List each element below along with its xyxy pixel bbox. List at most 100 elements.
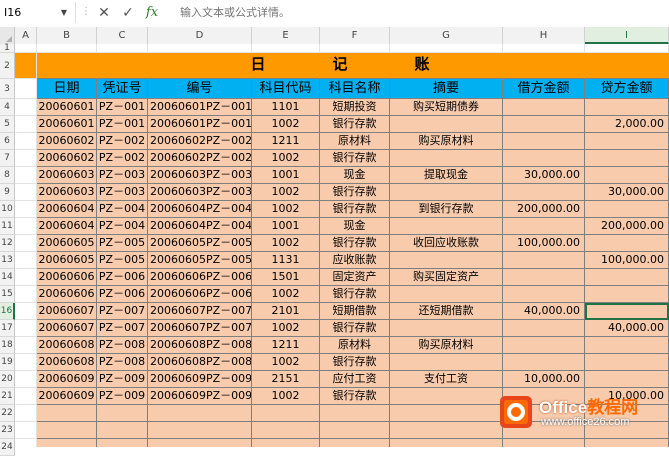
- data-cell[interactable]: 应付工资: [320, 371, 390, 388]
- data-cell[interactable]: 银行存款: [320, 320, 390, 337]
- data-cell[interactable]: [585, 99, 669, 116]
- data-cell[interactable]: [390, 150, 503, 167]
- row-header[interactable]: 12: [0, 235, 15, 252]
- data-cell[interactable]: 提取现金: [390, 167, 503, 184]
- cell[interactable]: [252, 44, 320, 53]
- select-all-corner[interactable]: [0, 27, 15, 44]
- data-cell[interactable]: 20060606PZ－006: [148, 269, 252, 286]
- data-cell[interactable]: 1211: [252, 337, 320, 354]
- data-cell[interactable]: 银行存款: [320, 235, 390, 252]
- data-cell[interactable]: 20060602PZ－002: [148, 150, 252, 167]
- data-cell[interactable]: [503, 354, 585, 371]
- data-cell[interactable]: [503, 218, 585, 235]
- data-cell[interactable]: 银行存款: [320, 201, 390, 218]
- cell[interactable]: [15, 201, 37, 218]
- data-cell[interactable]: PZ－005: [97, 252, 148, 269]
- data-cell[interactable]: 1211: [252, 133, 320, 150]
- column-header[interactable]: G: [390, 27, 503, 44]
- cell[interactable]: [148, 439, 252, 447]
- data-cell[interactable]: 1002: [252, 201, 320, 218]
- row-header[interactable]: 20: [0, 371, 15, 388]
- data-cell[interactable]: [585, 235, 669, 252]
- cell[interactable]: [15, 354, 37, 371]
- data-cell[interactable]: [585, 371, 669, 388]
- data-cell[interactable]: [585, 201, 669, 218]
- cell[interactable]: [15, 405, 37, 422]
- data-cell[interactable]: [390, 354, 503, 371]
- cell[interactable]: [390, 44, 503, 53]
- data-cell[interactable]: PZ－008: [97, 337, 148, 354]
- data-cell[interactable]: 20060601: [37, 116, 97, 133]
- data-cell[interactable]: [503, 269, 585, 286]
- cell[interactable]: [503, 439, 585, 447]
- cell[interactable]: [320, 405, 390, 422]
- cell[interactable]: [15, 320, 37, 337]
- data-cell[interactable]: PZ－001: [97, 99, 148, 116]
- cell[interactable]: [15, 337, 37, 354]
- data-cell[interactable]: 20060603PZ－003: [148, 167, 252, 184]
- data-cell[interactable]: 20060605PZ－005: [148, 252, 252, 269]
- data-cell[interactable]: 10,000.00: [503, 371, 585, 388]
- data-cell[interactable]: 银行存款: [320, 116, 390, 133]
- data-cell[interactable]: 1002: [252, 286, 320, 303]
- data-cell[interactable]: 1001: [252, 218, 320, 235]
- data-cell[interactable]: 20060604: [37, 201, 97, 218]
- data-cell[interactable]: [585, 167, 669, 184]
- cell[interactable]: [148, 44, 252, 53]
- data-cell[interactable]: 1002: [252, 354, 320, 371]
- column-title-cell[interactable]: 科目代码: [252, 79, 320, 99]
- data-cell[interactable]: 1131: [252, 252, 320, 269]
- data-cell[interactable]: 20060608: [37, 354, 97, 371]
- data-cell[interactable]: 现金: [320, 167, 390, 184]
- data-cell[interactable]: 现金: [320, 218, 390, 235]
- column-header[interactable]: H: [503, 27, 585, 44]
- cell[interactable]: [15, 439, 37, 447]
- data-cell[interactable]: 20060606: [37, 269, 97, 286]
- data-cell[interactable]: PZ－009: [97, 371, 148, 388]
- row-header[interactable]: 17: [0, 320, 15, 337]
- row-header[interactable]: 13: [0, 252, 15, 269]
- cell[interactable]: [585, 439, 669, 447]
- data-cell[interactable]: [503, 184, 585, 201]
- cell[interactable]: [320, 439, 390, 447]
- data-cell[interactable]: 20060604: [37, 218, 97, 235]
- data-cell[interactable]: 20060601PZ－001: [148, 116, 252, 133]
- cell[interactable]: [148, 422, 252, 439]
- data-cell[interactable]: [503, 116, 585, 133]
- data-cell[interactable]: 20060601: [37, 99, 97, 116]
- data-cell[interactable]: [390, 116, 503, 133]
- data-cell[interactable]: 200,000.00: [503, 201, 585, 218]
- row-header[interactable]: 10: [0, 201, 15, 218]
- cell[interactable]: [15, 303, 37, 320]
- cell[interactable]: [320, 44, 390, 53]
- data-cell[interactable]: [503, 150, 585, 167]
- data-cell[interactable]: PZ－007: [97, 303, 148, 320]
- data-cell[interactable]: 20060602: [37, 133, 97, 150]
- data-cell[interactable]: 30,000.00: [585, 184, 669, 201]
- data-cell[interactable]: 20060608PZ－008: [148, 354, 252, 371]
- data-cell[interactable]: 200,000.00: [585, 218, 669, 235]
- data-cell[interactable]: PZ－008: [97, 354, 148, 371]
- data-cell[interactable]: 支付工资: [390, 371, 503, 388]
- data-cell[interactable]: 20060606PZ－006: [148, 286, 252, 303]
- cell[interactable]: [15, 184, 37, 201]
- column-title-cell[interactable]: 贷方金额: [585, 79, 669, 99]
- row-header[interactable]: 2: [0, 53, 15, 79]
- data-cell[interactable]: 原材料: [320, 133, 390, 150]
- cell[interactable]: [15, 235, 37, 252]
- cell[interactable]: [15, 53, 37, 79]
- cell[interactable]: [390, 439, 503, 447]
- data-cell[interactable]: 20060605: [37, 252, 97, 269]
- data-cell[interactable]: [503, 133, 585, 150]
- data-cell[interactable]: 1002: [252, 116, 320, 133]
- data-cell[interactable]: 2,000.00: [585, 116, 669, 133]
- row-header[interactable]: 5: [0, 116, 15, 133]
- row-header[interactable]: 14: [0, 269, 15, 286]
- data-cell[interactable]: 20060604PZ－004: [148, 201, 252, 218]
- data-cell[interactable]: PZ－004: [97, 218, 148, 235]
- cell[interactable]: [252, 405, 320, 422]
- cell[interactable]: [15, 167, 37, 184]
- row-header[interactable]: 18: [0, 337, 15, 354]
- data-cell[interactable]: 购买固定资产: [390, 269, 503, 286]
- data-cell[interactable]: [390, 388, 503, 405]
